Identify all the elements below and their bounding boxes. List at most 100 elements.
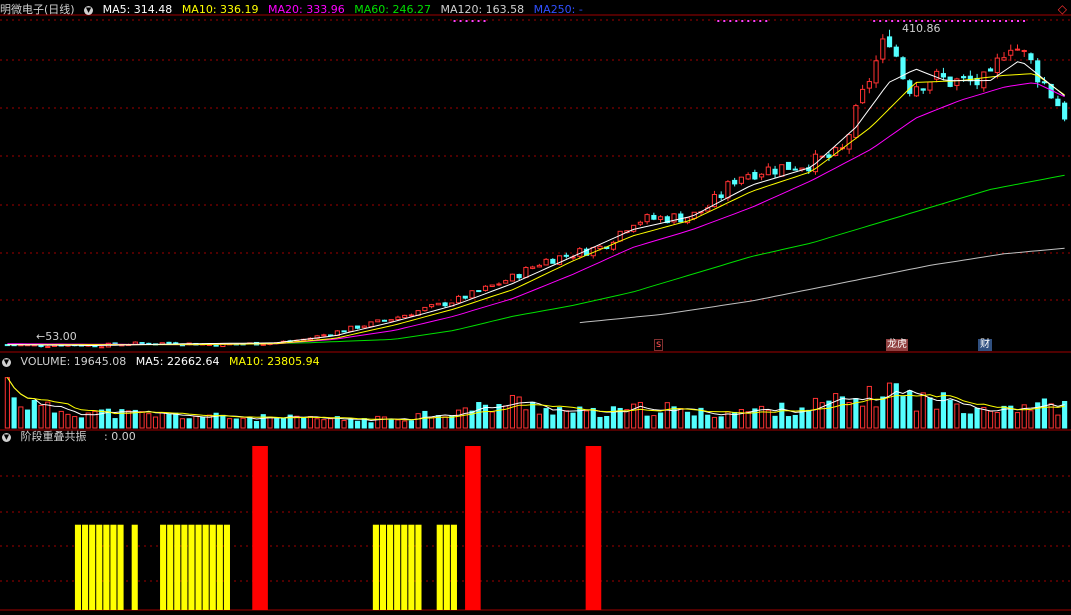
candle-body <box>348 325 354 332</box>
signal-dot <box>465 20 468 22</box>
volume-bar <box>240 417 246 429</box>
volume-bar <box>1062 400 1068 429</box>
volume-bar <box>307 416 313 429</box>
volume-bar <box>987 410 994 429</box>
signal-dot <box>951 20 954 22</box>
volume-bar <box>462 407 468 429</box>
candle-body <box>422 306 428 312</box>
volume-bar <box>11 397 17 429</box>
candle-body <box>489 284 495 288</box>
candle-body <box>987 68 994 72</box>
candle-body <box>455 295 462 304</box>
volume-bar <box>994 412 1000 429</box>
volume-bar <box>644 415 650 429</box>
chevron-down-icon[interactable]: ▼ <box>2 357 11 367</box>
candle-body <box>132 341 138 345</box>
volume-bar <box>274 418 280 429</box>
candle-body <box>597 245 603 250</box>
volume-bar <box>368 422 374 429</box>
candle-body <box>462 295 468 299</box>
indicator-yellow-bar <box>216 524 223 610</box>
volume-bar <box>752 408 758 429</box>
volume-bar <box>900 396 906 429</box>
volume-bar <box>873 406 879 429</box>
signal-dot <box>891 20 894 22</box>
candle-body <box>1014 48 1021 51</box>
indicator-yellow-bar <box>436 524 443 610</box>
indicator-yellow-bar <box>188 524 195 610</box>
volume-bar <box>671 406 677 429</box>
volume-bar <box>85 412 91 429</box>
candle-body <box>442 302 448 307</box>
volume-bar <box>341 420 347 429</box>
volume-bar <box>112 418 118 429</box>
signal-dot <box>735 20 738 22</box>
ma120-line <box>579 247 1065 324</box>
volume-bar <box>152 416 159 429</box>
indicator-yellow-bar <box>82 524 89 610</box>
volume-bar <box>833 393 839 429</box>
indicator-red-bar <box>465 446 481 610</box>
signal-dot <box>975 20 978 22</box>
volume-bar <box>442 416 448 429</box>
candle-body <box>961 76 967 79</box>
signal-dot <box>993 20 996 22</box>
volume-bar <box>570 412 576 429</box>
indicator-yellow-bar <box>160 524 167 610</box>
signal-dot <box>1005 20 1008 22</box>
indicator-yellow-bar <box>401 524 408 610</box>
volume-bar <box>166 413 172 429</box>
indicator-yellow-bar <box>96 524 103 610</box>
indicator-yellow-bar <box>103 524 110 610</box>
indicator-yellow-bar <box>415 524 422 610</box>
candle-body <box>408 314 415 317</box>
candle-body <box>509 273 516 282</box>
indicator-red-bar <box>252 446 268 610</box>
event-marker-financial[interactable]: 财 <box>978 339 992 351</box>
candle-body <box>1062 102 1068 120</box>
volume-bar <box>765 409 771 429</box>
indicator-header: ▼ 阶段重叠共振 : 0.00 <box>0 429 142 445</box>
volume-bar <box>186 418 192 429</box>
volume-bar <box>489 411 495 429</box>
volume-bars <box>4 377 1068 429</box>
signal-dot <box>747 20 750 22</box>
volume-bar <box>58 410 64 429</box>
signal-dot <box>477 20 480 22</box>
event-marker-s[interactable]: s <box>654 339 664 351</box>
ma250-label: MA250: - <box>533 3 583 16</box>
volume-bar <box>981 406 987 429</box>
candle-body <box>1035 60 1041 83</box>
indicator-yellow-bar <box>408 524 415 610</box>
event-marker-rank[interactable]: 龙虎 <box>886 339 908 351</box>
volume-bar <box>711 416 718 429</box>
candle-body <box>853 105 859 138</box>
chevron-down-icon[interactable]: ▼ <box>84 5 94 15</box>
volume-bar <box>907 390 913 429</box>
candle-body <box>1021 49 1027 52</box>
candle-body <box>321 334 327 337</box>
candle-body <box>402 314 408 319</box>
ma10-line <box>7 73 1065 346</box>
volume-bar <box>812 397 819 429</box>
volume-bar <box>496 404 502 429</box>
volume-bar <box>301 417 307 429</box>
volume-bar <box>1028 410 1034 429</box>
volume-bar <box>200 416 206 429</box>
candle-body <box>880 38 886 60</box>
volume-bar <box>583 410 590 429</box>
volume-bar <box>792 414 798 429</box>
volume-bar <box>523 409 529 429</box>
candle-body <box>866 81 872 89</box>
signal-dot <box>1017 20 1020 22</box>
volume-ma5-line <box>6 377 1065 422</box>
candle-body <box>496 283 502 286</box>
volume-bar <box>785 416 792 429</box>
candle-body <box>644 214 650 223</box>
diamond-icon[interactable]: ◇ <box>1058 2 1067 16</box>
volume-bar <box>684 411 691 429</box>
indicator-yellow-bar <box>117 524 124 610</box>
chevron-down-icon[interactable]: ▼ <box>2 432 11 442</box>
volume-bar <box>772 415 778 429</box>
indicator-yellow-bar <box>223 524 230 610</box>
